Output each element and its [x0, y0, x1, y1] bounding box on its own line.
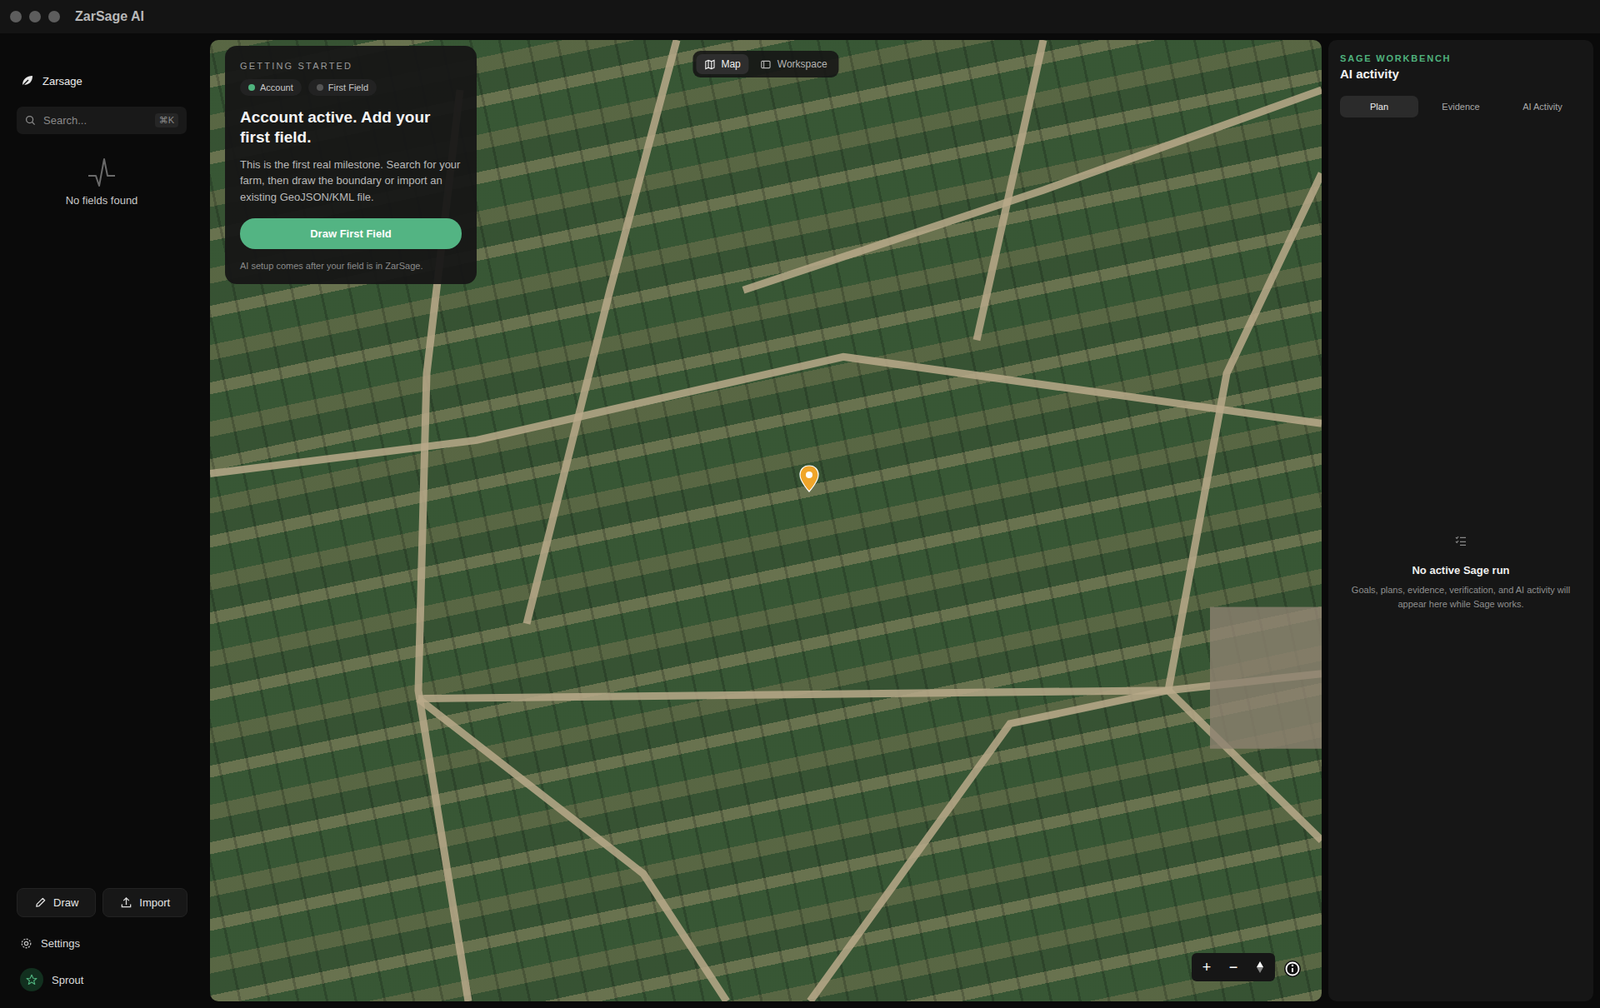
location-pin-icon[interactable] [798, 465, 820, 494]
view-toggle: Map Workspace [692, 50, 839, 78]
settings-link[interactable]: Settings [16, 937, 187, 950]
onboarding-body: This is the first real milestone. Search… [240, 156, 462, 206]
gear-icon [20, 937, 33, 950]
info-icon [1283, 960, 1302, 979]
workbench-tab[interactable]: Evidence [1421, 95, 1500, 118]
onboarding-card: GETTING STARTED Account First Field Acco… [225, 45, 477, 285]
leaf-logo-icon [20, 73, 35, 89]
map-view[interactable]: Map Workspace GETTING STARTED Account Fi… [210, 40, 1322, 1002]
list-icon [1454, 534, 1468, 548]
compass-button[interactable] [1246, 955, 1274, 980]
workbench-tabs: PlanEvidenceAI Activity [1340, 95, 1582, 118]
zoom-in-button[interactable]: + [1193, 955, 1220, 980]
compass-icon [1255, 960, 1265, 975]
empty-fields: No fields found [16, 155, 187, 207]
workbench-tab[interactable]: AI Activity [1503, 95, 1582, 118]
workbench-title: AI activity [1340, 66, 1582, 81]
close-button[interactable] [10, 10, 22, 23]
window-controls [10, 10, 60, 23]
sidebar-action-button[interactable]: Import [102, 888, 188, 918]
star-icon [25, 974, 38, 986]
empty-body: Goals, plans, evidence, verification, an… [1348, 583, 1574, 611]
window-title: ZarSage AI [75, 9, 145, 25]
upload-icon [120, 896, 133, 910]
view-toggle-option[interactable]: Map [695, 54, 749, 75]
workspace-icon [760, 59, 772, 70]
step-status-dot [248, 84, 255, 91]
search-placeholder: Search... [43, 114, 148, 127]
search-field[interactable]: Search... ⌘K [16, 106, 187, 135]
step-chip: Account [240, 79, 302, 96]
view-toggle-option[interactable]: Workspace [752, 54, 836, 75]
user-profile[interactable]: Sprout [16, 968, 187, 992]
workbench-empty-state: No active Sage run Goals, plans, evidenc… [1340, 534, 1582, 611]
draw-first-field-button[interactable]: Draw First Field [240, 218, 462, 250]
onboarding-steps: Account First Field [240, 79, 462, 96]
app-window: ZarSage AI Zarsage Search... ⌘K No field… [0, 0, 1600, 1008]
empty-text: No fields found [65, 194, 139, 207]
pulse-icon [86, 155, 117, 190]
empty-title: No active Sage run [1411, 564, 1510, 577]
workbench-eyebrow: SAGE WORKBENCH [1340, 53, 1582, 64]
brand[interactable]: Zarsage [16, 73, 187, 89]
workbench-tab[interactable]: Plan [1340, 95, 1419, 118]
onboarding-note: AI setup comes after your field is in Za… [240, 260, 462, 271]
onboarding-eyebrow: GETTING STARTED [240, 60, 462, 71]
search-icon [25, 115, 36, 126]
maximize-button[interactable] [48, 10, 60, 23]
zoom-out-button[interactable]: − [1220, 955, 1247, 980]
brand-name: Zarsage [42, 75, 83, 88]
sage-workbench: SAGE WORKBENCH AI activity PlanEvidenceA… [1328, 40, 1594, 1002]
sidebar-actions: Draw Import [16, 888, 187, 918]
map-icon [704, 59, 715, 70]
zoom-controls: + − [1191, 953, 1275, 982]
step-status-dot [316, 84, 324, 91]
step-chip: First Field [308, 79, 377, 96]
attribution-button[interactable] [1283, 960, 1302, 982]
avatar [20, 968, 44, 992]
title-bar: ZarSage AI [0, 0, 1600, 34]
sidebar: Zarsage Search... ⌘K No fields found Dra… [0, 40, 204, 1002]
pencil-icon [34, 896, 47, 910]
minimize-button[interactable] [29, 10, 41, 23]
sidebar-action-button[interactable]: Draw [16, 888, 96, 918]
onboarding-title: Account active. Add your first field. [240, 107, 462, 149]
shortcut-badge: ⌘K [155, 113, 179, 128]
